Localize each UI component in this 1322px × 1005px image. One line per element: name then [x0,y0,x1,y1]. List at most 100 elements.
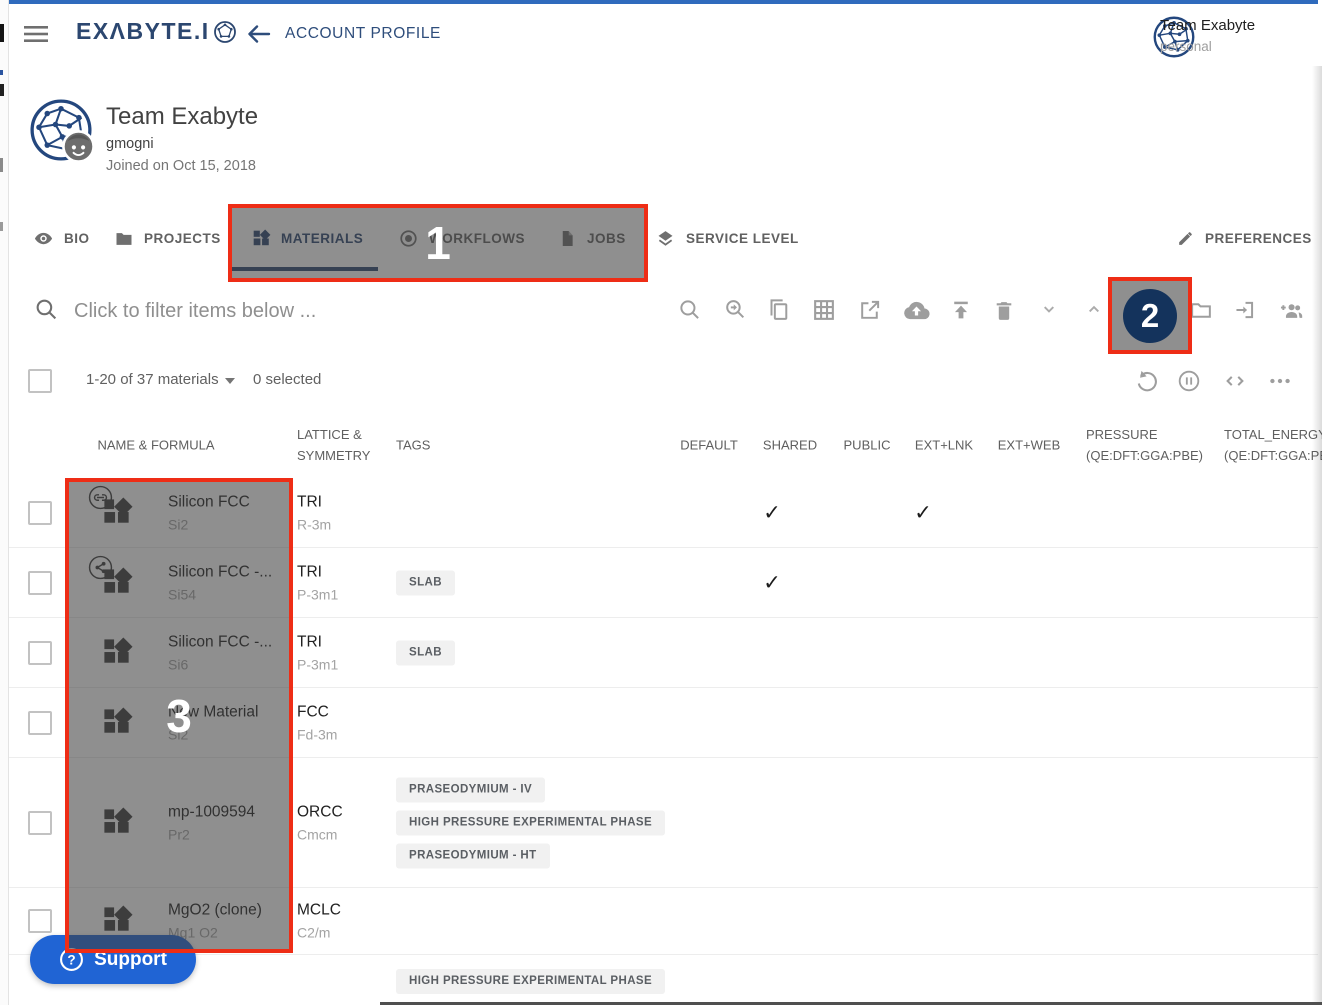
tag-chip: HIGH PRESSURE EXPERIMENTAL PHASE [396,969,665,994]
chevron-down-icon[interactable] [225,378,235,384]
user-name: Team Exabyte [1160,17,1290,34]
pencil-icon [1176,229,1195,248]
tags-cell: HIGH PRESSURE EXPERIMENTAL PHASE [396,969,665,1005]
column-header-lattice: LATTICE &SYMMETRY [297,424,370,466]
annotation-number-1: 1 [425,220,451,266]
table-row: HIGH PRESSURE EXPERIMENTAL PHASE [9,955,1318,1005]
window-artifact [0,222,3,231]
pagination-count[interactable]: 1-20 of 37 materials [86,371,219,388]
tag-chip: SLAB [396,640,455,665]
selected-count: 0 selected [253,371,321,388]
exabyte-logo[interactable]: EXΛBYTE.I [76,18,237,45]
tab-label: SERVICE LEVEL [686,231,799,246]
tag-chip: PRASEODYMIUM - HT [396,843,550,868]
annotation-box-3: 3 [65,478,293,953]
hamburger-menu-icon[interactable] [23,23,49,45]
copy-icon[interactable] [767,298,792,323]
code-icon[interactable] [1222,368,1248,394]
chevron-up-icon[interactable] [1083,298,1108,323]
lattice-cell: TRIR-3m [297,493,331,532]
filter-input[interactable] [72,293,596,329]
tab-service-level[interactable]: SERVICE LEVEL [655,206,799,271]
annotation-box-2: 2 [1108,277,1192,354]
lattice-cell: MCLCC2/m [297,902,341,941]
tab-label: PREFERENCES [1205,231,1312,246]
column-header-default: DEFAULT [680,437,738,452]
table-grid-icon[interactable] [812,298,837,323]
window-artifact [0,158,3,172]
user-account-type: personal [1160,39,1290,54]
chevron-down-icon[interactable] [1038,298,1063,323]
annotation-box-1: 1 [228,204,648,282]
pause-circle-icon[interactable] [1176,368,1202,394]
tag-chip: SLAB [396,570,455,595]
tab-label: PROJECTS [144,231,221,246]
delete-icon[interactable] [992,298,1017,323]
background-window-sliver [0,0,8,1005]
search-icon [34,297,59,322]
column-header-tags: TAGS [396,434,430,455]
search-again-icon[interactable] [723,298,748,323]
profile-joined-date: Joined on Oct 15, 2018 [106,158,256,174]
shared-checkmark: ✓ [763,570,781,595]
table-header-row: NAME & FORMULA LATTICE &SYMMETRY TAGS DE… [9,411,1318,479]
tag-chip: HIGH PRESSURE EXPERIMENTAL PHASE [396,810,665,835]
row-checkbox[interactable] [28,711,52,735]
table-controls-bar: 1-20 of 37 materials 0 selected [9,349,1318,412]
account-profile-screen: EXΛBYTE.I ACCOUNT PROFILE [0,0,1322,1005]
svg-text:?: ? [67,952,75,967]
group-add-icon[interactable] [1278,298,1303,323]
lattice-cell: TRIP-3m1 [297,633,338,672]
logo-globe-icon [213,20,237,44]
back-arrow-icon[interactable] [245,20,273,48]
page-title: ACCOUNT PROFILE [285,25,441,43]
open-in-new-icon[interactable] [858,298,883,323]
lattice-cell: ORCCCmcm [297,803,343,842]
lattice-cell: FCCFd-3m [297,703,337,742]
column-header-public: PUBLIC [844,437,891,452]
row-checkbox[interactable] [28,909,52,933]
annotation-badge-circle: 2 [1123,289,1177,343]
eye-icon [33,228,54,249]
tags-cell: SLAB [396,570,455,595]
top-bar: EXΛBYTE.I ACCOUNT PROFILE [9,4,1318,67]
annotation-number-2: 2 [1141,299,1159,332]
row-checkbox[interactable] [28,811,52,835]
window-artifact [0,70,3,75]
column-header-pressure: PRESSURE(QE:DFT:GGA:PBE) [1086,424,1203,466]
row-checkbox[interactable] [28,501,52,525]
more-horiz-icon[interactable] [1267,368,1293,394]
column-header-shared: SHARED [763,437,817,452]
row-checkbox[interactable] [28,571,52,595]
tag-chip: PRASEODYMIUM - IV [396,777,545,802]
column-header-ext-lnk: EXT+LNK [915,437,973,452]
annotation-number-3: 3 [166,693,192,739]
lattice-cell: TRIP-3m1 [297,563,338,602]
search-icon[interactable] [678,298,703,323]
row-checkbox[interactable] [28,641,52,665]
folder-icon [114,229,134,249]
tags-cell: PRASEODYMIUM - IV HIGH PRESSURE EXPERIME… [396,777,665,868]
shared-checkmark: ✓ [763,500,781,525]
select-all-checkbox[interactable] [28,369,52,393]
tab-projects[interactable]: PROJECTS [114,206,221,271]
window-artifact [0,24,4,42]
profile-tab-bar: BIO PROJECTS MATERIALS WORKFLOWS JOBS SE… [9,206,1318,272]
upload-icon[interactable] [949,298,974,323]
folder-open-icon[interactable] [1189,298,1214,323]
layers-icon [655,228,676,249]
ext-lnk-checkmark: ✓ [914,500,932,525]
face-badge-icon [61,129,96,164]
tab-preferences[interactable]: PREFERENCES [1176,206,1312,271]
cloud-upload-icon[interactable] [904,298,929,323]
tags-cell: SLAB [396,640,455,665]
logo-text: EXΛBYTE.I [76,18,210,45]
exit-to-app-icon[interactable] [1233,298,1258,323]
profile-header: Team Exabyte gmogni Joined on Oct 15, 20… [9,66,1318,207]
tab-bio[interactable]: BIO [33,206,90,271]
column-header-name: NAME & FORMULA [97,437,214,452]
column-header-total-energy: TOTAL_ENERGY(QE:DFT:GGA:PBE) [1224,424,1322,466]
undo-icon[interactable] [1134,368,1160,394]
profile-name: Team Exabyte [106,103,258,131]
scroll-edge-shade [1312,66,1322,1005]
